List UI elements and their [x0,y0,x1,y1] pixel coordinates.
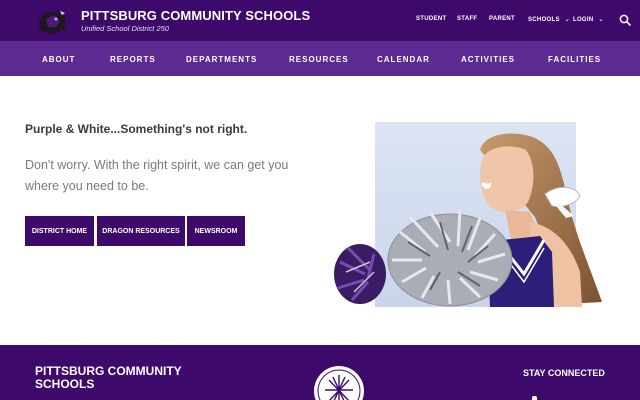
chevron-down-icon: ⌄ [564,17,571,23]
hero-headline: Purple & White...Something's not right. [25,122,248,136]
district-seal-icon [314,366,364,400]
utility-link-login[interactable]: LOGIN ⌄ [573,16,604,23]
nav-item-facilities[interactable]: FACILITIES [548,55,601,64]
nav-item-departments[interactable]: DEPARTMENTS [186,55,257,64]
dragon-logo-icon[interactable] [34,5,70,37]
chevron-down-icon: ⌄ [598,17,604,23]
nav-item-activities[interactable]: ACTIVITIES [461,55,515,64]
dragon-resources-button[interactable]: DRAGON RESOURCES [97,216,185,246]
nav-item-calendar[interactable]: CALENDAR [377,55,430,64]
stay-connected-heading: STAY CONNECTED [523,368,605,378]
social-icon[interactable] [532,396,537,400]
utility-link-schools[interactable]: SCHOOLS ⌄ [528,16,570,23]
nav-item-reports[interactable]: REPORTS [110,55,156,64]
footer: PITTSBURG COMMUNITY SCHOOLS STAY CONNECT… [0,345,640,400]
utility-link-label: PARENT [489,16,516,22]
utility-link-label: STUDENT [416,16,447,22]
nav-item-about[interactable]: ABOUT [42,55,75,64]
newsroom-button[interactable]: NEWSROOM [187,216,245,246]
utility-link-staff[interactable]: STAFF [457,16,477,22]
utility-link-label: STAFF [457,16,478,22]
site-subtitle: Unified School District 250 [81,24,169,33]
district-home-button[interactable]: DISTRICT HOME [25,216,94,246]
main-nav: ABOUT REPORTS DEPARTMENTS RESOURCES CALE… [0,41,640,76]
top-header: PITTSBURG COMMUNITY SCHOOLS Unified Scho… [0,0,640,41]
footer-school-name: PITTSBURG COMMUNITY SCHOOLS [35,364,182,391]
nav-item-resources[interactable]: RESOURCES [289,55,349,64]
hero-message: Don't worry. With the right spirit, we c… [25,158,289,193]
cheerleader-photo [334,122,602,307]
utility-link-parent[interactable]: PARENT [489,16,515,22]
search-icon[interactable] [619,14,631,26]
site-title[interactable]: PITTSBURG COMMUNITY SCHOOLS [81,8,310,23]
utility-link-student[interactable]: STUDENT [416,16,446,22]
utility-link-label: LOGIN [573,17,594,23]
utility-link-label: SCHOOLS [528,17,560,23]
